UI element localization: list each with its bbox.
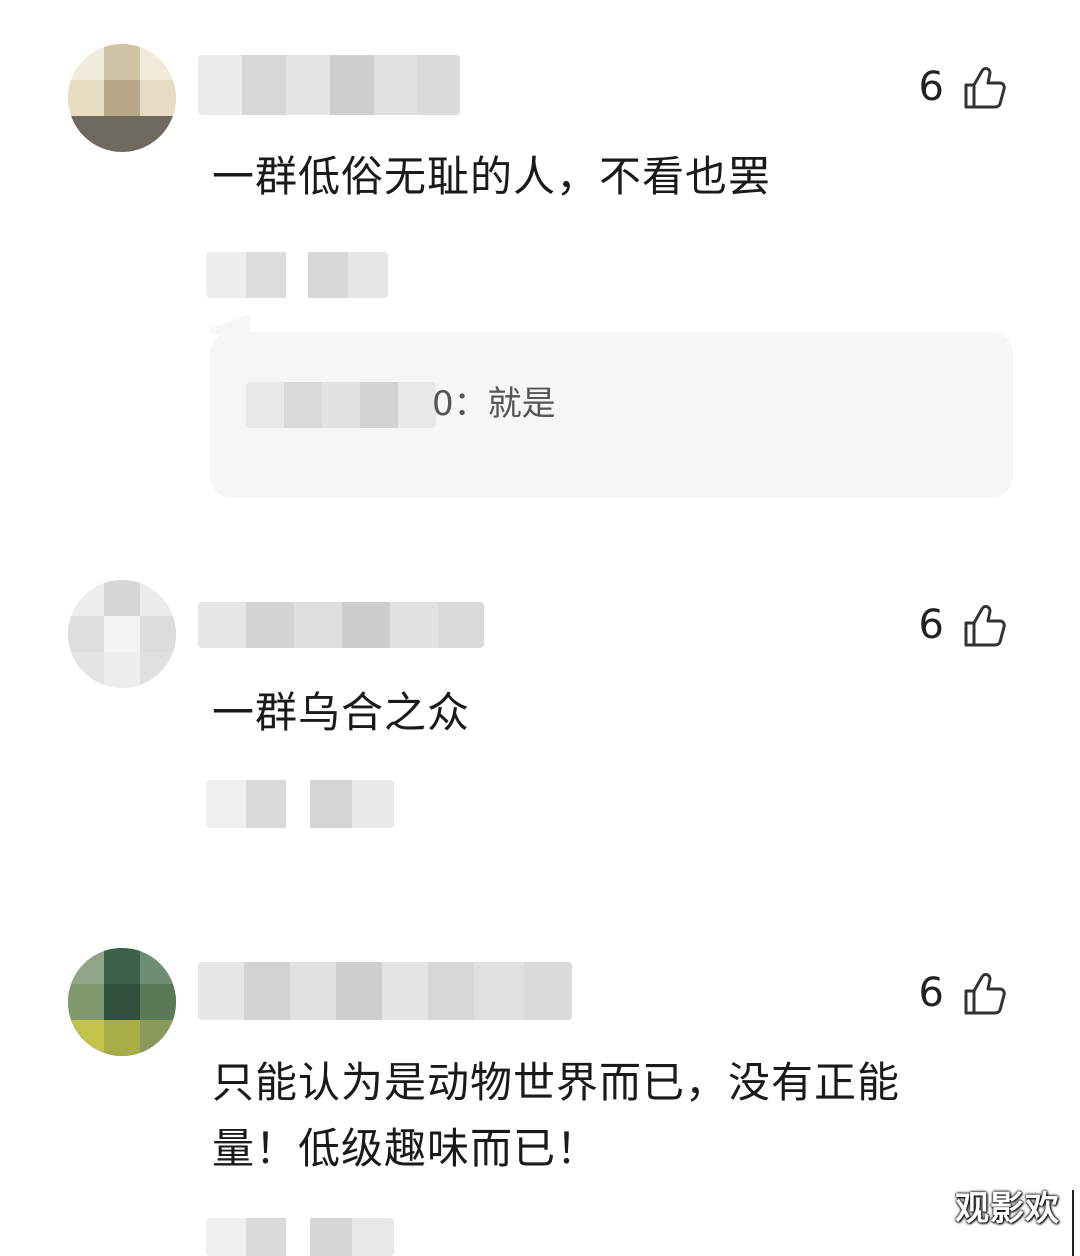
reply-pointer [210, 312, 250, 334]
like-button[interactable]: 6 [919, 600, 1006, 650]
user-avatar[interactable] [68, 44, 176, 152]
comment-text: 一群低俗无耻的人，不看也罢 [212, 152, 772, 201]
user-avatar[interactable] [68, 580, 176, 688]
username-blurred[interactable] [198, 602, 484, 648]
reply-meta-blurred[interactable] [206, 780, 394, 828]
thumbs-up-icon [964, 603, 1006, 647]
like-count: 6 [918, 64, 944, 110]
reply-text: 0：就是 [432, 384, 556, 424]
comment-text: 只能认为是动物世界而已，没有正能 量！低级趣味而已！ [212, 1050, 992, 1182]
like-count: 6 [918, 602, 944, 648]
like-button[interactable]: 6 [919, 968, 1006, 1018]
thumbs-up-icon [964, 65, 1006, 109]
comment-text-line: 只能认为是动物世界而已，没有正能 [212, 1058, 901, 1107]
watermark: 观影欢 [955, 1189, 1060, 1229]
comment-text: 一群乌合之众 [212, 688, 471, 737]
thumbs-up-icon [964, 971, 1006, 1015]
username-blurred[interactable] [198, 55, 460, 115]
user-avatar[interactable] [68, 948, 176, 1056]
edge-divider [1072, 1190, 1074, 1256]
like-count: 6 [918, 970, 944, 1016]
comment-text-line: 量！低级趣味而已！ [212, 1124, 600, 1173]
like-button[interactable]: 6 [919, 62, 1006, 112]
reply-username-blurred[interactable] [246, 382, 436, 428]
reply-meta-blurred[interactable] [206, 252, 388, 298]
username-blurred[interactable] [198, 962, 572, 1020]
reply-meta-blurred[interactable] [206, 1218, 394, 1256]
